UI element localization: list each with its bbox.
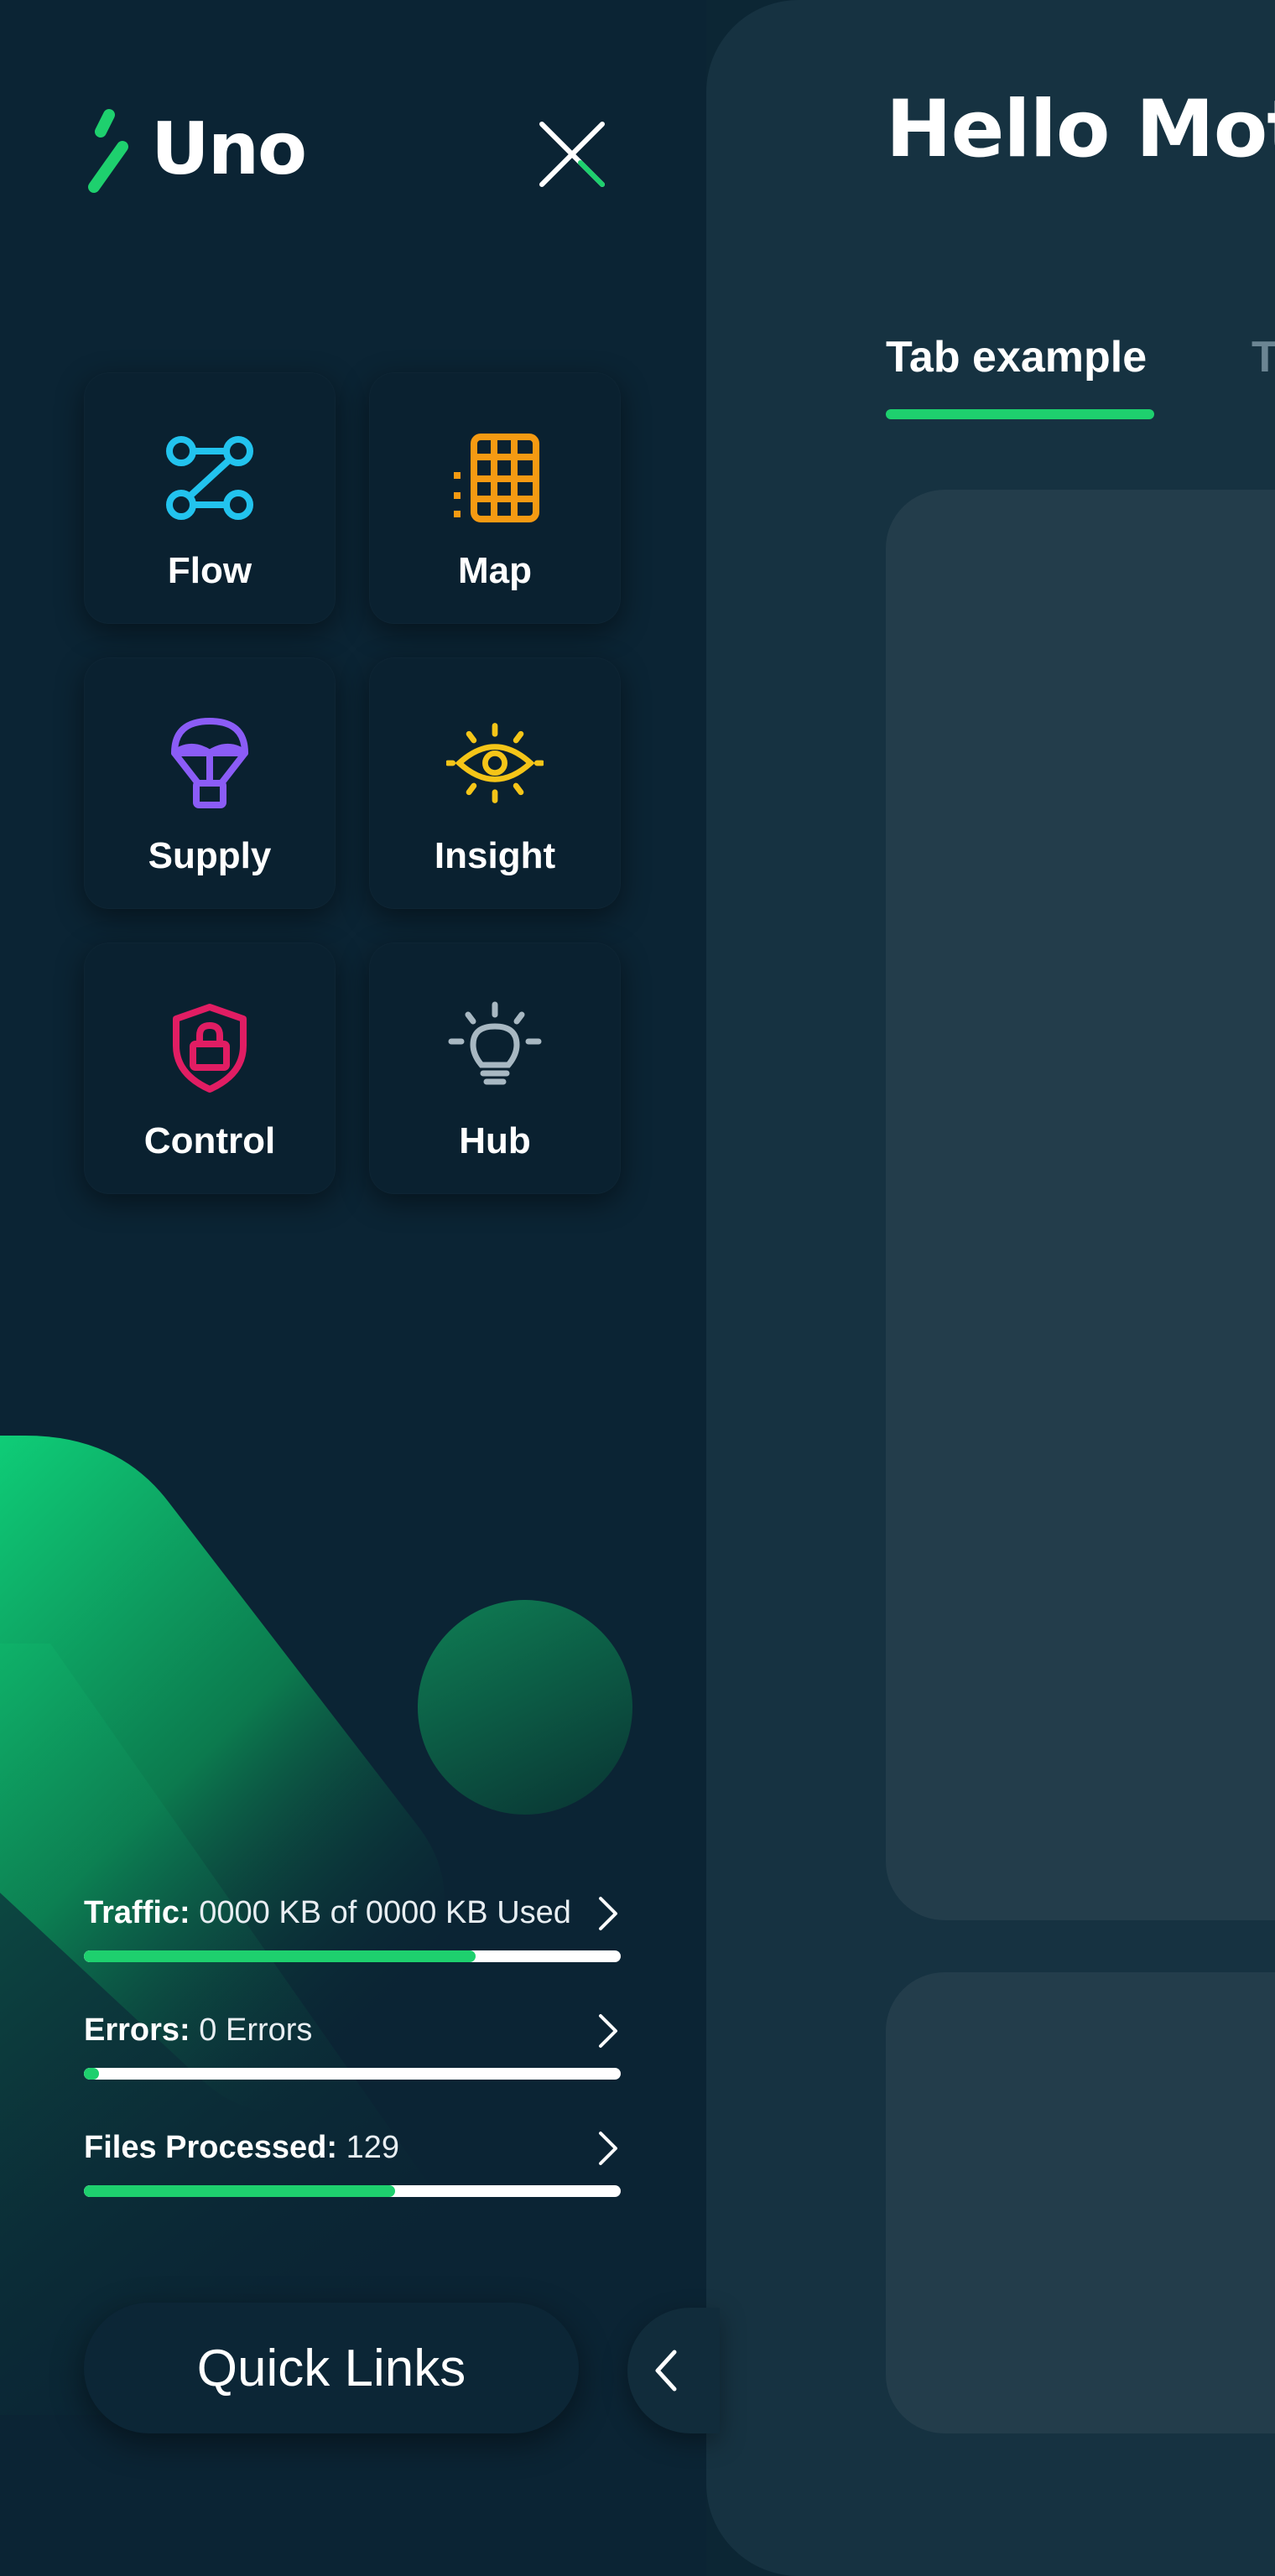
stat-label: Errors: [84,2012,190,2048]
app-logo: Uno [81,99,307,200]
tile-flow[interactable]: Flow [84,372,336,624]
tile-control[interactable]: Control [84,943,336,1194]
app-window: Uno Flow Map Supply Insight Control Hub … [0,0,1275,2576]
progress-fill [84,2068,99,2080]
app-name: Uno [151,107,307,191]
tile-label: Flow [167,550,252,591]
logo-mark-icon [88,109,128,193]
tab-second[interactable]: T [1252,332,1275,382]
progress-track [84,2068,621,2080]
tile-label: Supply [148,835,272,876]
chevron-right-icon[interactable] [596,2130,621,2167]
parachute-icon [161,714,258,812]
shield-lock-icon [161,1000,258,1097]
stat-traffic[interactable]: Traffic: 0000 KB of 0000 KB Used [84,1887,621,2004]
main-panel: Hello Mot Tab example T [706,0,1275,2576]
usage-stats: Traffic: 0000 KB of 0000 KB Used Errors:… [84,1887,621,2239]
close-button[interactable] [532,114,612,195]
stat-value: 0 Errors [199,2012,313,2048]
tile-insight[interactable]: Insight [369,657,621,909]
eye-icon [446,714,544,812]
quick-links-button[interactable]: Quick Links [84,2303,579,2433]
content-card-secondary [886,1972,1275,2433]
chevron-right-icon[interactable] [596,1895,621,1932]
tile-label: Map [458,550,532,591]
progress-fill [84,1950,476,1962]
close-icon [539,122,605,187]
lightbulb-icon [446,1000,544,1097]
stat-files-processed[interactable]: Files Processed: 129 [84,2122,621,2239]
map-grid-icon [446,429,544,527]
app-tiles-grid: Flow Map Supply Insight Control Hub [84,372,621,1194]
tile-hub[interactable]: Hub [369,943,621,1194]
stat-label: Traffic: [84,1895,190,1930]
tile-label: Hub [459,1120,531,1161]
tab-example[interactable]: Tab example [886,332,1147,382]
active-tab-indicator [886,409,1154,419]
chevron-right-icon[interactable] [596,2012,621,2049]
stat-errors[interactable]: Errors: 0 Errors [84,2004,621,2122]
tile-map[interactable]: Map [369,372,621,624]
stat-value: 0000 KB of 0000 KB Used [199,1895,571,1930]
tile-supply[interactable]: Supply [84,657,336,909]
content-card [886,490,1275,1920]
stat-text: Errors: 0 Errors [84,2012,312,2049]
chevron-left-icon [655,2350,677,2392]
stat-label: Files Processed: [84,2130,338,2165]
flow-nodes-icon [161,429,258,527]
progress-fill [84,2185,396,2197]
progress-track [84,1950,621,1962]
tile-label: Insight [434,835,556,876]
progress-track [84,2185,621,2197]
stat-value: 129 [346,2130,400,2165]
stat-text: Traffic: 0000 KB of 0000 KB Used [84,1895,571,1931]
page-title: Hello Mot [886,84,1275,175]
quick-links-label: Quick Links [196,2339,466,2397]
stat-text: Files Processed: 129 [84,2130,399,2166]
tile-label: Control [143,1120,276,1161]
sidebar: Uno Flow Map Supply Insight Control Hub … [0,0,706,2576]
